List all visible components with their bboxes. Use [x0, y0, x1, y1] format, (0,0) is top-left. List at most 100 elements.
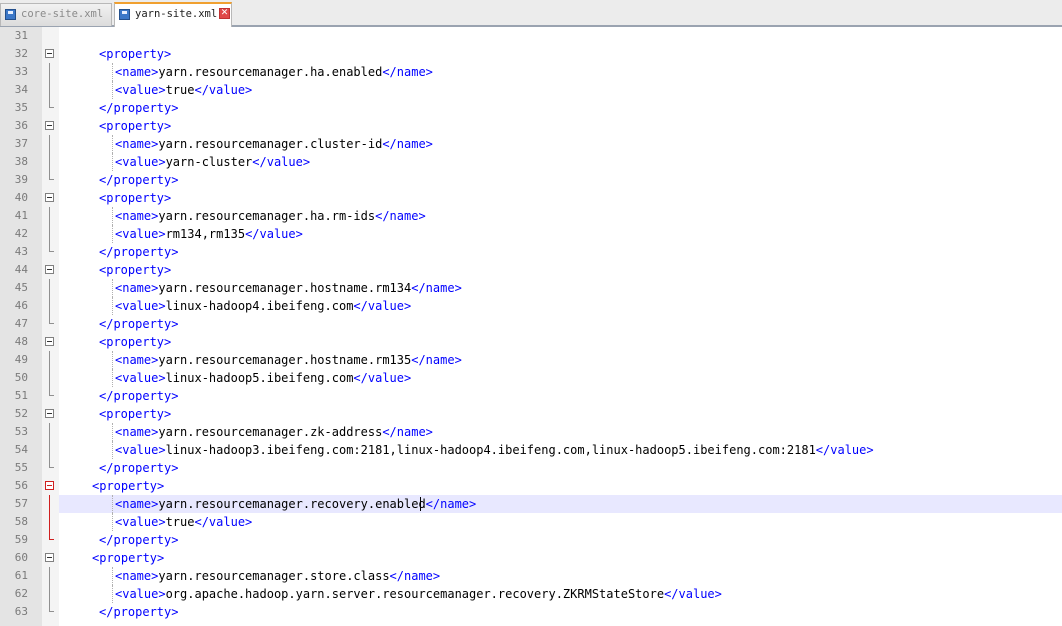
fold-collapse-icon[interactable] [45, 553, 54, 562]
code-text: <value>yarn-cluster</value> [115, 153, 310, 171]
close-icon[interactable]: ✕ [219, 8, 230, 19]
code-line[interactable]: 36 <property> [0, 117, 1062, 135]
xml-open-tag: <name> [115, 65, 159, 79]
code-line[interactable]: 48 <property> [0, 333, 1062, 351]
code-text: <name>yarn.resourcemanager.ha.rm-ids</na… [115, 207, 426, 225]
code-line[interactable]: 31 [0, 27, 1062, 45]
code-line[interactable]: 43 </property> [0, 243, 1062, 261]
code-line[interactable]: 40 <property> [0, 189, 1062, 207]
fold-collapse-icon[interactable] [45, 481, 54, 490]
xml-open-tag: <value> [115, 515, 166, 529]
xml-open-tag: <name> [115, 569, 159, 583]
code-line[interactable]: 56 <property> [0, 477, 1062, 495]
indent-guide [112, 135, 113, 153]
code-text: <name>yarn.resourcemanager.ha.enabled</n… [115, 63, 433, 81]
code-line[interactable]: 59 </property> [0, 531, 1062, 549]
line-number: 54 [14, 443, 28, 456]
code-line[interactable]: 44 <property> [0, 261, 1062, 279]
fold-collapse-icon[interactable] [45, 121, 54, 130]
line-number: 61 [14, 569, 28, 582]
xml-open-tag: <property> [99, 47, 172, 61]
fold-line-marker [49, 585, 50, 603]
code-line[interactable]: 52 <property> [0, 405, 1062, 423]
code-line[interactable]: 57 <name>yarn.resourcemanager.recovery.en… [0, 495, 1062, 513]
code-line[interactable]: 54 <value>linux-hadoop3.ibeifeng.com:2181… [0, 441, 1062, 459]
xml-text-value: yarn.resourcemanager.ha.enabled [158, 65, 383, 79]
code-line[interactable]: 32 <property> [0, 45, 1062, 63]
code-text: <name>yarn.resourcemanager.store.class</… [115, 567, 440, 585]
code-text: <property> [99, 405, 171, 423]
tab-bar: core-site.xml yarn-site.xml ✕ [0, 0, 1062, 27]
code-text: </property> [99, 243, 178, 261]
code-line[interactable]: 41 <name>yarn.resourcemanager.ha.rm-ids</… [0, 207, 1062, 225]
indent-guide [112, 441, 113, 459]
xml-close-tag: </name> [375, 209, 426, 223]
code-line[interactable]: 51 </property> [0, 387, 1062, 405]
code-line[interactable]: 42 <value>rm134,rm135</value> [0, 225, 1062, 243]
code-text: <name>yarn.resourcemanager.cluster-id</n… [115, 135, 433, 153]
xml-open-tag: <name> [115, 425, 159, 439]
code-line[interactable]: 34 <value>true</value> [0, 81, 1062, 99]
code-text: </property> [99, 531, 178, 549]
xml-file-icon [5, 9, 16, 20]
code-text: </property> [99, 387, 178, 405]
fold-line-marker [49, 351, 50, 369]
fold-line-marker [49, 423, 50, 441]
line-number: 38 [14, 155, 28, 168]
line-number: 50 [14, 371, 28, 384]
line-number: 60 [14, 551, 28, 564]
xml-open-tag: <property> [99, 407, 172, 421]
xml-open-tag: <property> [99, 263, 172, 277]
code-line[interactable]: 50 <value>linux-hadoop5.ibeifeng.com</val… [0, 369, 1062, 387]
code-text: <value>linux-hadoop4.ibeifeng.com</value… [115, 297, 411, 315]
indent-guide [112, 423, 113, 441]
line-number: 33 [14, 65, 28, 78]
xml-open-tag: <value> [115, 371, 166, 385]
code-line[interactable]: 46 <value>linux-hadoop4.ibeifeng.com</val… [0, 297, 1062, 315]
fold-line-marker [49, 279, 50, 297]
code-line[interactable]: 49 <name>yarn.resourcemanager.hostname.rm… [0, 351, 1062, 369]
fold-collapse-icon[interactable] [45, 193, 54, 202]
code-line[interactable]: 53 <name>yarn.resourcemanager.zk-address<… [0, 423, 1062, 441]
line-number: 37 [14, 137, 28, 150]
code-line[interactable]: 63 </property> [0, 603, 1062, 621]
code-text: </property> [99, 171, 178, 189]
code-line[interactable]: 35 </property> [0, 99, 1062, 117]
code-text: </property> [99, 603, 178, 621]
fold-collapse-icon[interactable] [45, 265, 54, 274]
code-line[interactable]: 45 <name>yarn.resourcemanager.hostname.rm… [0, 279, 1062, 297]
code-text: <value>rm134,rm135</value> [115, 225, 303, 243]
code-line[interactable]: 47 </property> [0, 315, 1062, 333]
code-line[interactable]: 33 <name>yarn.resourcemanager.ha.enabled<… [0, 63, 1062, 81]
fold-line-marker [49, 207, 50, 225]
fold-collapse-icon[interactable] [45, 337, 54, 346]
indent-guide [112, 351, 113, 369]
xml-close-tag: </property> [99, 101, 179, 115]
xml-close-tag: </value> [353, 299, 412, 313]
code-line[interactable]: 55 </property> [0, 459, 1062, 477]
code-text: <name>yarn.resourcemanager.zk-address</n… [115, 423, 433, 441]
indent-guide [112, 567, 113, 585]
line-number: 40 [14, 191, 28, 204]
fold-end-marker [49, 531, 54, 540]
code-line[interactable]: 62 <value>org.apache.hadoop.yarn.server.r… [0, 585, 1062, 603]
code-editor[interactable]: 31 32 <property> 33 <name>yarn.resourcemanag… [0, 27, 1062, 626]
code-line[interactable]: 38 <value>yarn-cluster</value> [0, 153, 1062, 171]
code-text: <value>org.apache.hadoop.yarn.server.res… [115, 585, 722, 603]
code-line[interactable]: 37 <name>yarn.resourcemanager.cluster-id<… [0, 135, 1062, 153]
code-line[interactable]: 58 <value>true</value> [0, 513, 1062, 531]
code-line[interactable]: 61 <name>yarn.resourcemanager.store.class… [0, 567, 1062, 585]
code-line[interactable]: 39 </property> [0, 171, 1062, 189]
fold-collapse-icon[interactable] [45, 409, 54, 418]
xml-close-tag: </name> [389, 569, 441, 583]
xml-open-tag: <value> [115, 155, 166, 169]
code-text: <property> [99, 45, 171, 63]
tab-core-site[interactable]: core-site.xml [0, 3, 112, 26]
fold-collapse-icon[interactable] [45, 49, 54, 58]
code-line[interactable]: 60 <property> [0, 549, 1062, 567]
tab-yarn-site[interactable]: yarn-site.xml ✕ [114, 2, 232, 27]
code-text: <name>yarn.resourcemanager.recovery.enab… [115, 495, 476, 513]
fold-end-marker [49, 459, 54, 468]
fold-line-marker [49, 513, 50, 531]
xml-open-tag: <name> [115, 281, 159, 295]
